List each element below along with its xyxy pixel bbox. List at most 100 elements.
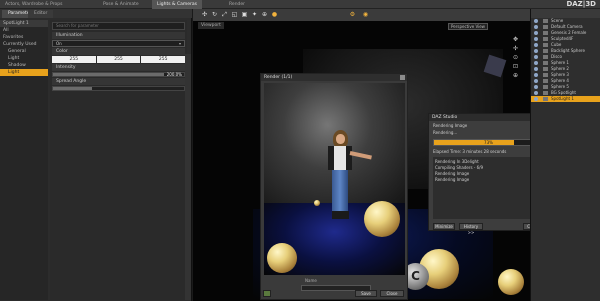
- scene-item-label: Sphere 4: [551, 78, 569, 83]
- spread-angle-fill: [53, 87, 93, 90]
- history-button[interactable]: History >>: [459, 223, 483, 235]
- scene-item-label: Disco: [551, 54, 562, 59]
- eye-icon[interactable]: [534, 61, 538, 65]
- prop-icon: [543, 79, 548, 83]
- log-line: Compiling Shaders - 6/9: [435, 165, 484, 170]
- color-field[interactable]: 255 255 255: [52, 56, 186, 63]
- scene-item-label: Scene: [551, 18, 564, 23]
- region-tool-icon[interactable]: ▣: [241, 11, 248, 18]
- parameter-search-input[interactable]: Search for parameter: [52, 22, 185, 30]
- render-settings-icon[interactable]: ⚙: [349, 11, 356, 18]
- parameters-panel: Parameters Editor SpotLight 1 All Favori…: [0, 9, 192, 301]
- aim-icon[interactable]: ⊕: [513, 73, 523, 79]
- scene-item-selected[interactable]: SpotLight 1: [531, 96, 600, 102]
- color-red[interactable]: 255: [52, 56, 96, 63]
- filter-item-favorites[interactable]: Favorites: [0, 34, 48, 41]
- tab-pose-animate[interactable]: Pose & Animate: [98, 0, 144, 9]
- scene-item-label: BG Spotlight: [551, 90, 577, 95]
- close-button[interactable]: Close: [380, 290, 404, 297]
- scene-item-label: Sphere 1: [551, 60, 569, 65]
- figure-face: [336, 134, 345, 144]
- progress-percent: 73%: [484, 140, 493, 145]
- render-sphere-small: [314, 200, 320, 206]
- prop-icon: [543, 43, 548, 47]
- scene-item-label: Sculpted4F: [551, 36, 574, 41]
- render-sphere-right: [364, 201, 400, 237]
- tab-lights-cameras[interactable]: Lights & Cameras: [152, 0, 202, 9]
- eye-icon[interactable]: [534, 73, 538, 77]
- render-icon[interactable]: ◉: [362, 11, 369, 18]
- pan-icon[interactable]: ✢: [513, 46, 523, 52]
- eye-icon[interactable]: [534, 91, 538, 95]
- elapsed-time: Elapsed Time: 3 minutes 28 seconds: [433, 149, 507, 154]
- scene-item-label: Sphere 2: [551, 66, 569, 71]
- eye-icon[interactable]: [534, 67, 538, 71]
- render-log: Rendering In 3Delight Compiling Shaders …: [433, 157, 544, 219]
- eye-icon[interactable]: [534, 49, 538, 53]
- intensity-value: 200.0%: [166, 72, 182, 77]
- figure-legs: [332, 170, 348, 214]
- filter-node-title[interactable]: SpotLight 1: [0, 20, 48, 27]
- perspective-view-dropdown[interactable]: Perspective View: [448, 23, 488, 30]
- filter-item-light-group[interactable]: Light: [0, 55, 48, 62]
- light-icon: [543, 97, 548, 101]
- zoom-icon[interactable]: ⊙: [513, 55, 523, 61]
- prop-icon: [543, 37, 548, 41]
- color-green[interactable]: 255: [96, 56, 141, 63]
- panel-scrollbar[interactable]: [185, 54, 191, 300]
- filter-item-currently-used[interactable]: Currently Used: [0, 41, 48, 48]
- render-sphere-left: [267, 243, 297, 273]
- eye-icon[interactable]: [534, 55, 538, 59]
- render-options-icon[interactable]: [263, 290, 271, 297]
- viewport-toolbar: ✣ ↻ ⤢ ◱ ▣ ✦ ⊕ ● ⚙ ◉: [193, 9, 530, 21]
- save-button[interactable]: Save: [355, 290, 377, 297]
- tab-render[interactable]: Render: [224, 0, 250, 9]
- eye-icon[interactable]: [534, 37, 538, 41]
- render-window-footer: Name Save Close: [261, 277, 407, 300]
- illumination-dropdown[interactable]: On ▾: [52, 40, 185, 47]
- intensity-label: Intensity: [52, 64, 185, 71]
- eye-icon[interactable]: [534, 79, 538, 83]
- log-line: Rendering Image: [435, 177, 470, 182]
- move-tool-icon[interactable]: ✣: [201, 11, 208, 18]
- figure-icon: [543, 31, 548, 35]
- scene-panel: Scene Default Camera Genesis 2 Female Sc…: [530, 9, 600, 301]
- scene-item-label: SpotLight 1: [551, 96, 574, 101]
- render-window[interactable]: Render (1/1) Name Save Close: [260, 73, 408, 300]
- spread-angle-slider[interactable]: [52, 86, 185, 91]
- render-window-title: Render (1/1): [261, 74, 407, 81]
- minimize-button[interactable]: Minimize: [433, 223, 455, 230]
- eye-icon[interactable]: [534, 25, 538, 29]
- lightbulb-icon[interactable]: ●: [271, 11, 278, 18]
- prop-icon: [543, 73, 548, 77]
- select-tool-icon[interactable]: ◱: [231, 11, 238, 18]
- filter-item-light-selected[interactable]: Light: [0, 69, 48, 76]
- eye-icon[interactable]: [534, 43, 538, 47]
- joint-tool-icon[interactable]: ✦: [251, 11, 258, 18]
- eye-icon[interactable]: [534, 97, 538, 101]
- render-window-title-text: Render (1/1): [264, 75, 293, 80]
- rotate-tool-icon[interactable]: ↻: [211, 11, 218, 18]
- eye-icon[interactable]: [534, 31, 538, 35]
- filter-item-general[interactable]: General: [0, 48, 48, 55]
- filter-item-shadow[interactable]: Shadow: [0, 62, 48, 69]
- tab-editor[interactable]: Editor: [28, 10, 54, 18]
- intensity-slider[interactable]: 200.0%: [52, 72, 185, 77]
- chevron-down-icon: ▾: [178, 41, 181, 46]
- frame-icon[interactable]: ⊡: [513, 64, 523, 70]
- eye-icon[interactable]: [534, 85, 538, 89]
- color-blue[interactable]: 255: [141, 56, 186, 63]
- prop-icon: [543, 61, 548, 65]
- close-icon[interactable]: [400, 75, 405, 80]
- scene-item-label: Genesis 2 Female: [551, 30, 587, 35]
- eye-icon[interactable]: [534, 19, 538, 23]
- orbit-icon[interactable]: ✥: [513, 37, 523, 43]
- illumination-label: Illumination: [52, 32, 185, 39]
- tab-actors-wardrobe-props[interactable]: Actors, Wardrobe & Props: [0, 0, 67, 9]
- scene-item-label: Sphere 5: [551, 84, 569, 89]
- node-tool-icon[interactable]: ⊕: [261, 11, 268, 18]
- scale-tool-icon[interactable]: ⤢: [221, 11, 228, 18]
- log-line: Rendering Image: [435, 171, 470, 176]
- filter-item-all[interactable]: All: [0, 27, 48, 34]
- panel-tabs: Parameters Editor: [0, 9, 192, 18]
